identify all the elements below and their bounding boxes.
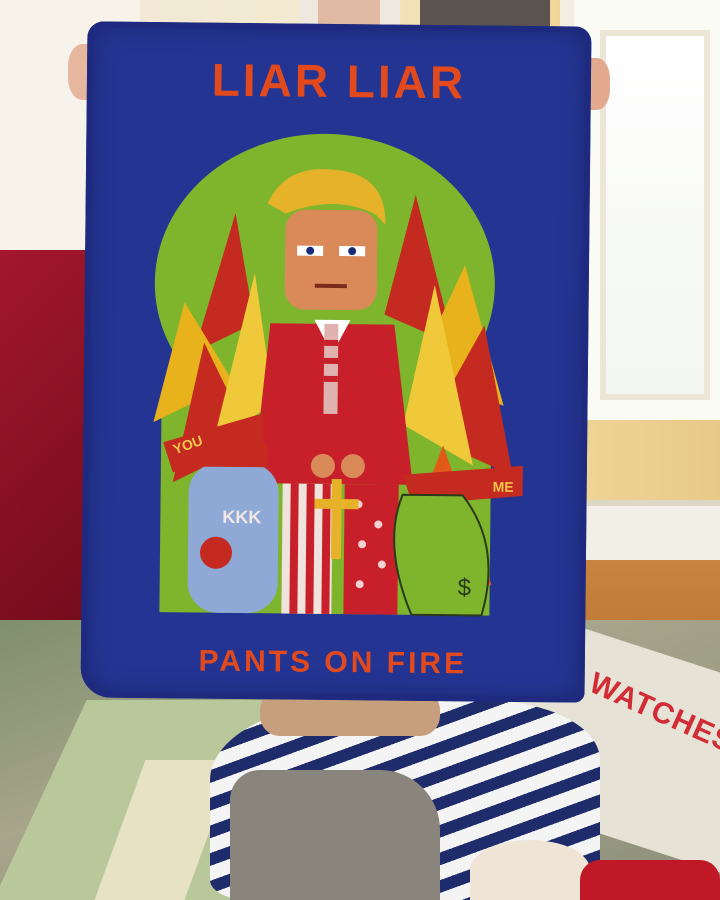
small-dog [470,840,590,900]
hooked-rug-artwork: LIAR LIAR $ KKK YOU ME PANTS ON FIRE [80,21,592,703]
rug-illustration: $ KKK YOU ME [153,133,523,617]
rug-subtitle: PANTS ON FIRE [198,644,468,681]
rug-gray-patch [230,770,440,900]
tie [323,323,339,415]
jar-label: KKK [222,507,261,527]
money-bag-icon [393,493,490,617]
money-sign: $ [458,574,472,601]
face-shape [284,209,378,311]
jar-icon [187,462,279,614]
ribbon-right-text: ME [493,479,514,495]
window-pane [600,30,710,400]
red-pillow [580,860,720,900]
cross-icon [330,478,342,560]
photo-scene: WHO WATCHES AN LIAR LIAR [0,0,720,900]
